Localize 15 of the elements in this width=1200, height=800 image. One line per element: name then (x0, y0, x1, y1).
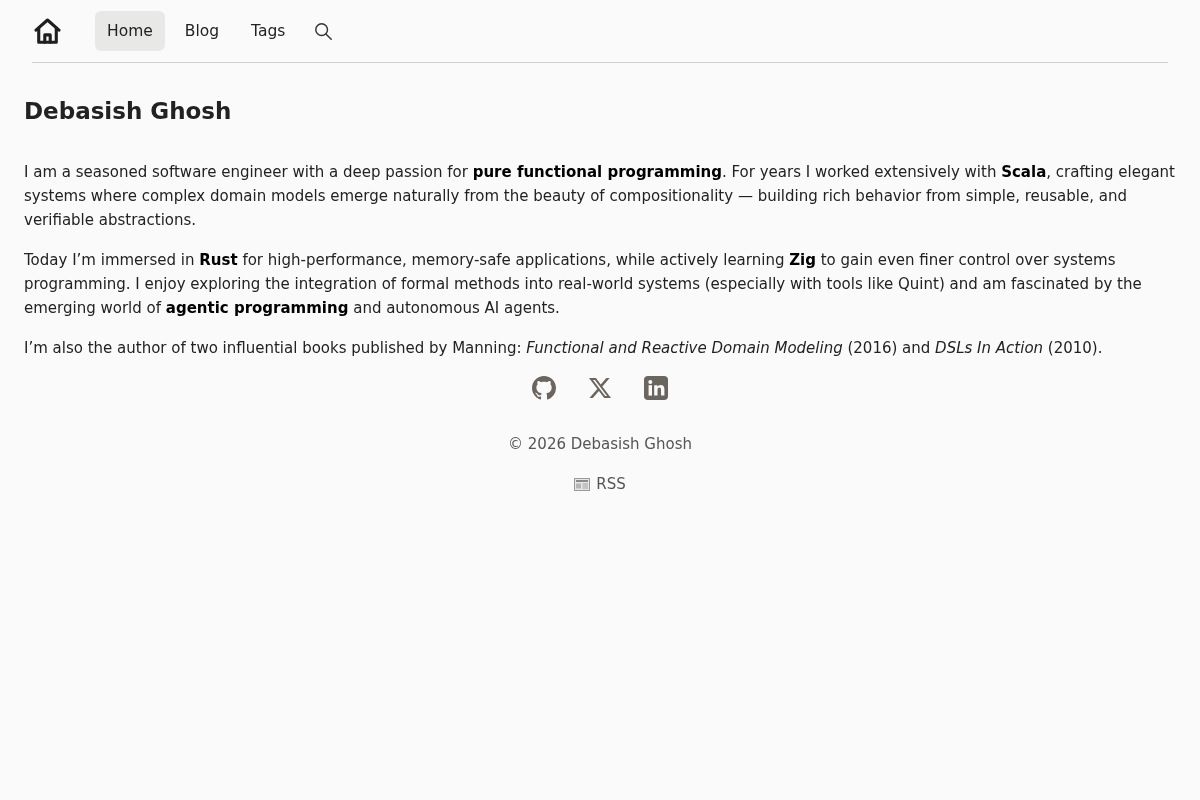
rss-link[interactable]: RSS (574, 472, 626, 496)
nav-tab[interactable]: Tags (239, 11, 298, 51)
bio-paragraph: I am a seasoned software engineer with a deep passion for pure functional programming. For years I worked extensively with Scala, crafting elegant systems where complex domain models emerge naturally from the beauty of compositionality — building rich behavior from simple, reusable, and verifiable abstractions. (24, 162, 1176, 231)
search-icon[interactable] (315, 22, 333, 40)
page-title: Debasish Ghosh (24, 97, 233, 126)
bio-paragraph: Today I’m immersed in Rust for high-performance, memory-safe applications, while actively learning Zig to gain even finer control over systems programming. I enjoy exploring the integration of formal methods into real-world systems (especially with tools like Quint) and am fascinated by the emerging world of agentic programming and autonomous AI agents. (24, 250, 1143, 319)
newspaper-icon (574, 477, 591, 491)
house-icon[interactable] (34, 17, 61, 45)
linkedin-icon[interactable] (644, 376, 668, 400)
bio-paragraph: I’m also the author of two influential books published by Manning: Functional and Reactive Domain Modeling (2016) and DSLs In Action (2010). (24, 338, 1104, 359)
github-icon[interactable] (532, 376, 556, 400)
copyright-text: © 2026 Debasish Ghosh (508, 434, 692, 455)
nav-tab[interactable]: Home (95, 11, 165, 51)
x-logo-icon[interactable] (589, 378, 611, 398)
nav-tab[interactable]: Blog (172, 11, 232, 51)
